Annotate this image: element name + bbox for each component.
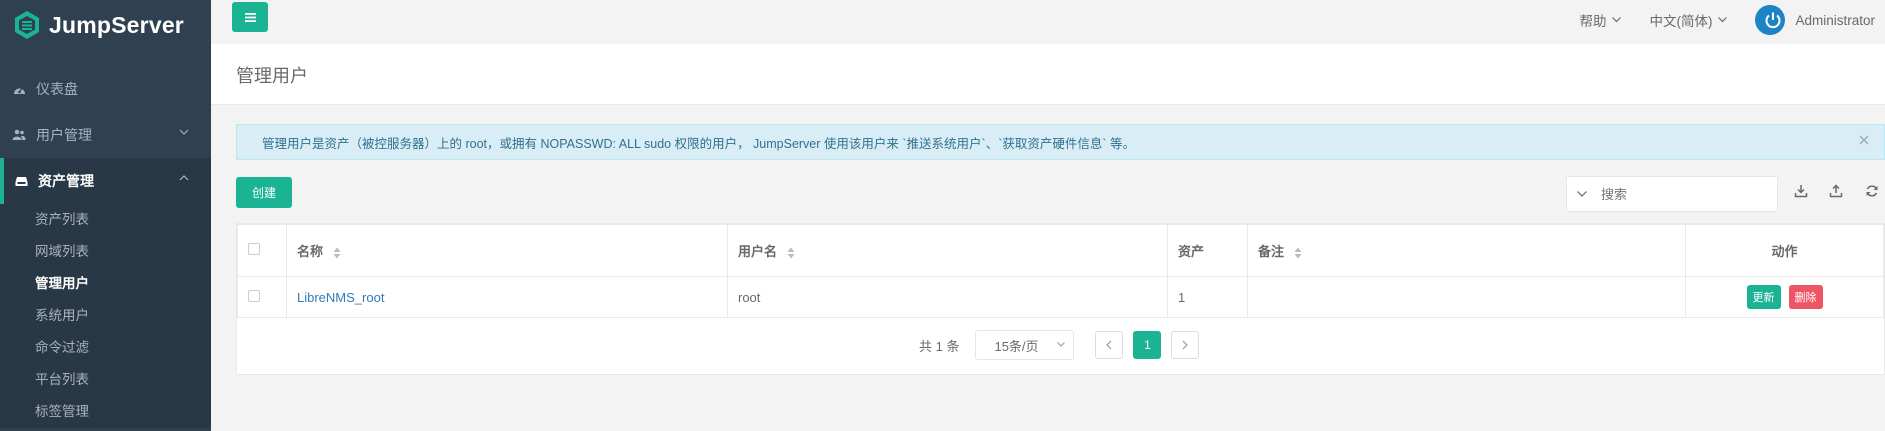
column-header-actions: 动作 — [1685, 224, 1884, 277]
sidebar-item-dashboard[interactable]: 仪表盘 — [0, 66, 211, 112]
sidebar-subitem-command-filters[interactable]: 命令过滤 — [0, 332, 211, 364]
column-header-label: 资产 — [1178, 244, 1205, 259]
menu-toggle-button[interactable] — [232, 2, 268, 32]
sidebar-item-users[interactable]: 用户管理 — [0, 112, 211, 158]
topbar: 帮助 中文(简体) Administrator — [211, 0, 1885, 44]
table-header-row: 名称 用户名 资产 备注 动作 — [237, 224, 1884, 277]
chevron-up-icon — [179, 175, 189, 181]
avatar — [1755, 5, 1786, 35]
chevron-down-icon — [1718, 17, 1728, 23]
next-page-button[interactable] — [1171, 331, 1200, 359]
sidebar-subitem-admin-users[interactable]: 管理用户 — [0, 268, 211, 300]
assets-cell: 1 — [1167, 276, 1248, 318]
update-button[interactable]: 更新 — [1746, 285, 1781, 309]
admin-user-table: 名称 用户名 资产 备注 动作 LibreNMS_root root 1 更新 … — [237, 224, 1884, 318]
column-header-label: 名称 — [297, 244, 324, 259]
sidebar-item-label: 资产管理 — [38, 173, 94, 189]
row-checkbox[interactable] — [248, 289, 260, 302]
page-size-value: 15条/页 — [994, 338, 1039, 354]
delete-button[interactable]: 删除 — [1788, 285, 1823, 309]
prev-page-button[interactable] — [1095, 331, 1124, 359]
close-icon[interactable] — [1858, 134, 1870, 146]
column-header-username[interactable]: 用户名 — [727, 224, 1168, 277]
alert-text: 管理用户是资产（被控服务器）上的 root，或拥有 NOPASSWD: ALL … — [262, 136, 1135, 151]
download-icon[interactable] — [1794, 184, 1808, 198]
upload-icon[interactable] — [1829, 184, 1843, 198]
column-header-assets[interactable]: 资产 — [1167, 224, 1248, 277]
brand[interactable]: JumpServer — [0, 0, 211, 50]
chevron-down-icon — [1057, 342, 1066, 347]
select-all-checkbox[interactable] — [248, 243, 260, 255]
page-title: 管理用户 — [236, 66, 308, 86]
topbar-right: 帮助 中文(简体) Administrator — [1579, 0, 1885, 40]
chevron-down-icon — [179, 129, 189, 135]
admin-user-link[interactable]: LibreNMS_root — [297, 290, 384, 305]
column-header-comment[interactable]: 备注 — [1247, 224, 1686, 277]
info-alert: 管理用户是资产（被控服务器）上的 root，或拥有 NOPASSWD: ALL … — [236, 124, 1885, 160]
page-header: 管理用户 — [211, 44, 1885, 105]
actions-cell: 更新 删除 — [1685, 276, 1884, 318]
name-cell: LibreNMS_root — [286, 276, 728, 318]
sidebar: JumpServer 仪表盘 用户管理 资产管理 资产列表 网域列表 管理用户 … — [0, 0, 211, 431]
column-header-label: 动作 — [1771, 244, 1798, 259]
jumpserver-logo-icon — [15, 11, 39, 39]
select-all-cell — [237, 224, 287, 277]
sidebar-item-label: 仪表盘 — [36, 81, 78, 97]
comment-cell — [1247, 276, 1686, 318]
sort-icon[interactable] — [1294, 247, 1302, 259]
total-count: 共 1 条 — [919, 338, 960, 354]
user-menu[interactable]: Administrator — [1755, 5, 1875, 35]
pagination: 共 1 条 15条/页 1 — [919, 330, 1200, 360]
chevron-down-icon[interactable] — [1577, 191, 1587, 197]
language-label: 中文(简体) — [1649, 14, 1713, 29]
row-select-cell — [237, 276, 287, 318]
chevron-right-icon — [1183, 340, 1189, 350]
brand-name: JumpServer — [49, 11, 184, 38]
page-button-current[interactable]: 1 — [1133, 331, 1162, 359]
column-header-label: 备注 — [1258, 244, 1285, 259]
language-menu[interactable]: 中文(简体) — [1649, 10, 1728, 30]
column-header-label: 用户名 — [738, 244, 778, 259]
sidebar-subitem-label-management[interactable]: 标签管理 — [0, 396, 211, 428]
power-icon — [1765, 12, 1781, 29]
sidebar-subitem-domain-list[interactable]: 网域列表 — [0, 236, 211, 268]
sidebar-subitem-system-users[interactable]: 系统用户 — [0, 300, 211, 332]
inbox-icon — [14, 174, 28, 188]
users-icon — [12, 128, 26, 142]
table-row: LibreNMS_root root 1 更新 删除 — [237, 276, 1884, 318]
username-cell: root — [727, 276, 1168, 318]
sidebar-item-assets[interactable]: 资产管理 — [0, 158, 211, 204]
help-label: 帮助 — [1579, 14, 1607, 29]
search-input[interactable] — [1601, 186, 1751, 202]
sidebar-subitem-platform-list[interactable]: 平台列表 — [0, 364, 211, 396]
user-label: Administrator — [1795, 12, 1875, 28]
sidebar-subitem-asset-list[interactable]: 资产列表 — [0, 204, 211, 236]
column-header-name[interactable]: 名称 — [286, 224, 728, 277]
sidebar-subnav: 资产列表 网域列表 管理用户 系统用户 命令过滤 平台列表 标签管理 — [0, 204, 211, 428]
help-menu[interactable]: 帮助 — [1579, 10, 1622, 30]
sidebar-item-label: 用户管理 — [36, 127, 92, 143]
dashboard-icon — [12, 82, 26, 96]
chevron-down-icon — [1612, 17, 1622, 23]
sort-icon[interactable] — [787, 247, 795, 259]
chevron-left-icon — [1106, 340, 1112, 350]
refresh-icon[interactable] — [1865, 184, 1879, 198]
search-box[interactable] — [1566, 176, 1778, 212]
sort-icon[interactable] — [333, 247, 341, 259]
hamburger-icon — [244, 12, 256, 22]
create-button[interactable]: 创建 — [236, 177, 292, 208]
page-size-select[interactable]: 15条/页 — [975, 330, 1075, 360]
